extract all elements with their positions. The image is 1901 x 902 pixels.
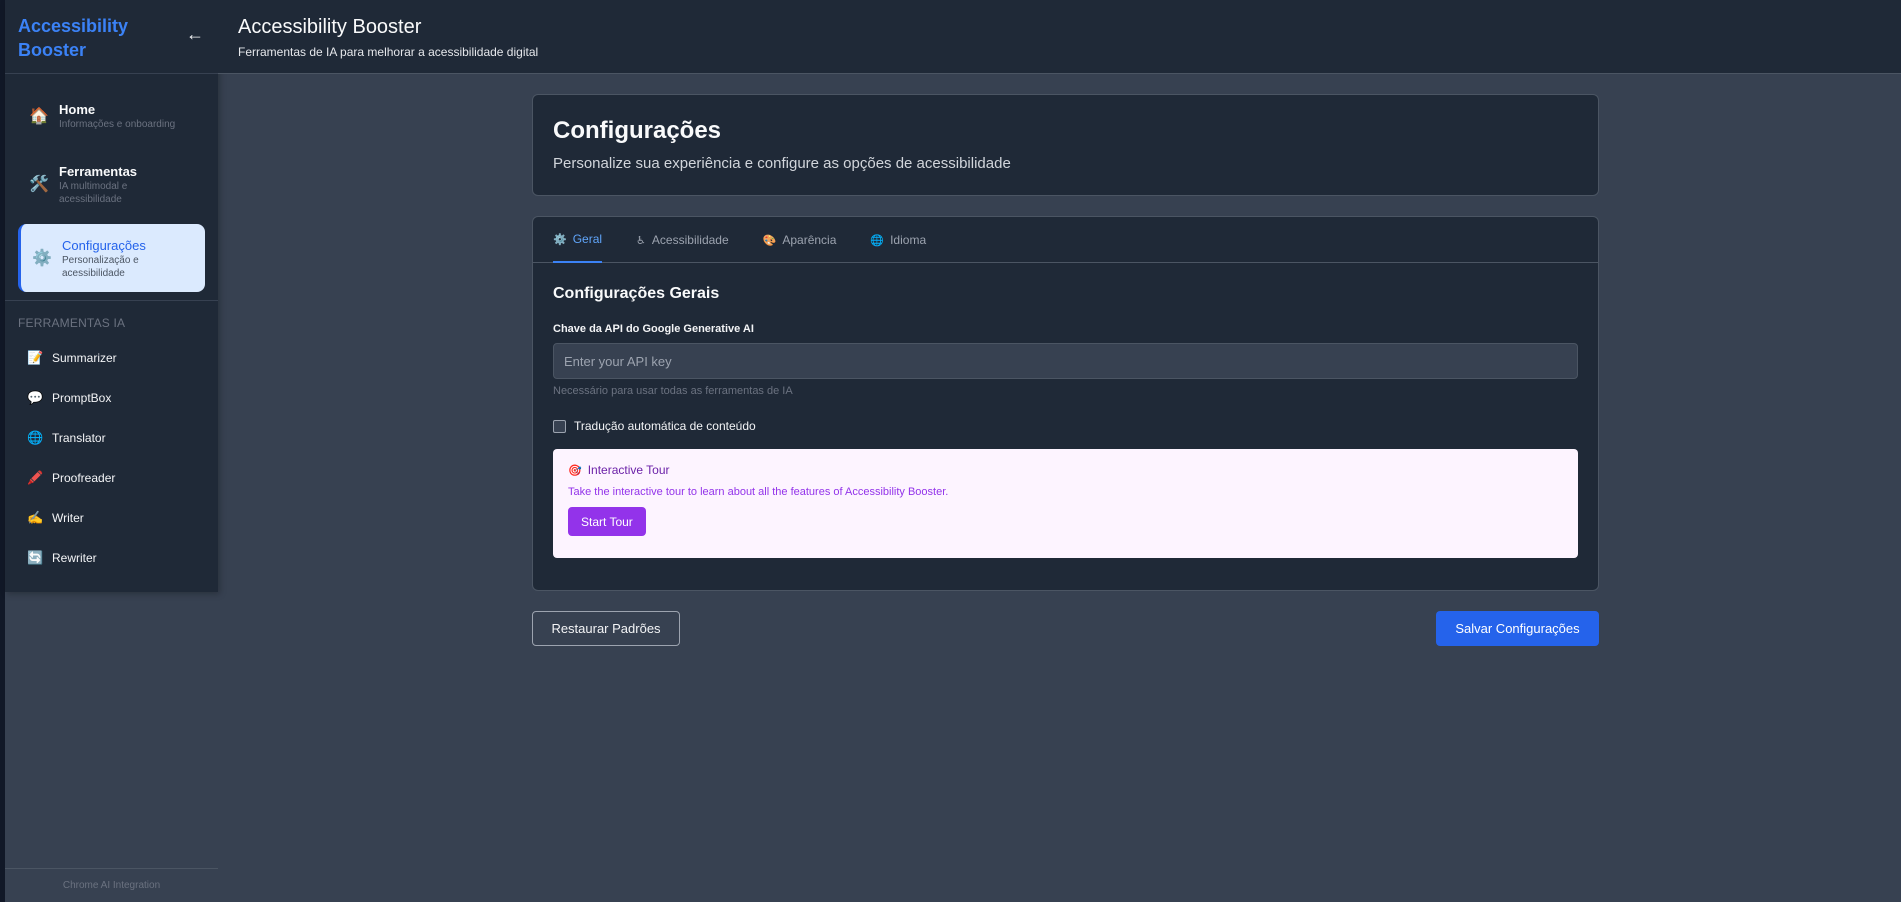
nav-item-subtitle: IA multimodal e acessibilidade — [59, 180, 128, 205]
nav-item-subtitle: Personalização e acessibilidade — [62, 254, 139, 279]
save-settings-button[interactable]: Salvar Configurações — [1436, 611, 1599, 646]
tool-item-rewriter[interactable]: 🔄 Rewriter — [5, 538, 218, 578]
tab-label: Geral — [572, 232, 603, 246]
collapse-sidebar-icon[interactable]: ← — [186, 24, 204, 45]
memo-icon: 📝 — [27, 350, 44, 365]
wheelchair-icon: ♿ — [636, 234, 646, 247]
tour-title: Interactive Tour — [587, 463, 670, 477]
nav-item-configuracoes[interactable]: ⚙️ Configurações Personalização e acessi… — [18, 224, 205, 292]
tab-geral[interactable]: ⚙️ Geral — [553, 217, 603, 263]
general-settings-section: Configurações Gerais Chave da API do Goo… — [533, 263, 1598, 558]
sidebar-panel: Accessibility Booster ← 🏠 Home Informaçõ… — [5, 0, 218, 592]
api-key-input[interactable] — [553, 343, 1578, 379]
tool-item-label: Translator — [52, 431, 106, 445]
tool-item-summarizer[interactable]: 📝 Summarizer — [5, 338, 218, 378]
nav-item-title: Configurações — [62, 237, 146, 253]
nav-item-title: Home — [59, 102, 96, 117]
speech-bubble-icon: 💬 — [27, 390, 44, 405]
tool-item-label: Rewriter — [52, 551, 97, 565]
refresh-icon: 🔄 — [27, 550, 44, 565]
tool-item-writer[interactable]: ✍️ Writer — [5, 498, 218, 538]
tour-title-row: 🎯 Interactive Tour — [568, 463, 1563, 477]
brand-logo-text[interactable]: Accessibility Booster — [18, 14, 138, 62]
nav-item-text: Ferramentas IA multimodal e acessibilida… — [59, 163, 159, 206]
tab-label: Acessibilidade — [651, 233, 729, 247]
sidebar-footer: Chrome AI Integration — [5, 868, 218, 902]
tools-section-label: FERRAMENTAS IA — [18, 316, 126, 330]
tool-item-label: PromptBox — [52, 391, 112, 405]
gear-icon: ⚙️ — [32, 250, 52, 267]
tab-label: Idioma — [890, 233, 927, 247]
tool-item-label: Summarizer — [52, 351, 117, 365]
page-title-card: Configurações Personalize sua experiênci… — [532, 94, 1599, 196]
tab-acessibilidade[interactable]: ♿ Acessibilidade — [636, 217, 729, 263]
page-title: Configurações — [553, 117, 722, 144]
auto-translate-checkbox[interactable] — [553, 419, 566, 433]
tour-description: Take the interactive tour to learn about… — [568, 486, 949, 498]
app-header: Accessibility Booster Ferramentas de IA … — [218, 0, 1901, 74]
api-key-help-text: Necessário para usar todas as ferramenta… — [553, 385, 793, 397]
settings-tabs: ⚙️ Geral ♿ Acessibilidade 🎨 Aparência 🌐 … — [533, 217, 1598, 263]
nav-item-text: Configurações Personalização e acessibil… — [62, 237, 162, 280]
tab-aparencia[interactable]: 🎨 Aparência — [763, 217, 837, 263]
writing-hand-icon: ✍️ — [27, 510, 44, 525]
header-title: Accessibility Booster — [238, 16, 422, 38]
tab-idioma[interactable]: 🌐 Idioma — [870, 217, 926, 263]
start-tour-button[interactable]: Start Tour — [568, 507, 646, 536]
nav-item-title: Ferramentas — [59, 163, 138, 179]
globe-icon: 🌐 — [870, 234, 885, 247]
tool-item-label: Proofreader — [52, 471, 116, 485]
restore-defaults-button[interactable]: Restaurar Padrões — [532, 611, 680, 646]
tool-item-label: Writer — [52, 511, 84, 525]
page-subtitle: Personalize sua experiência e configure … — [553, 155, 1011, 172]
nav-item-ferramentas[interactable]: 🛠️ Ferramentas IA multimodal e acessibil… — [18, 152, 205, 216]
app-root: Accessibility Booster ← 🏠 Home Informaçõ… — [0, 0, 1901, 902]
sidebar-brand-row: Accessibility Booster ← — [5, 0, 218, 74]
tools-icon: 🛠️ — [29, 176, 49, 193]
auto-translate-row[interactable]: Tradução automática de conteúdo — [553, 419, 1578, 433]
tool-item-promptbox[interactable]: 💬 PromptBox — [5, 378, 218, 418]
crayon-icon: 🖍️ — [27, 470, 44, 485]
tab-label: Aparência — [782, 233, 837, 247]
globe-icon: 🌐 — [27, 430, 44, 445]
house-icon: 🏠 — [29, 108, 49, 125]
nav-item-text: Home Informações e onboarding — [59, 101, 175, 131]
header-subtitle: Ferramentas de IA para melhorar a acessi… — [238, 45, 539, 59]
tool-item-translator[interactable]: 🌐 Translator — [5, 418, 218, 458]
gear-icon: ⚙️ — [553, 233, 567, 246]
palette-icon: 🎨 — [762, 234, 777, 247]
nav-item-subtitle: Informações e onboarding — [59, 119, 176, 130]
auto-translate-label: Tradução automática de conteúdo — [574, 419, 756, 433]
interactive-tour-box: 🎯 Interactive Tour Take the interactive … — [553, 449, 1578, 558]
main-nav: 🏠 Home Informações e onboarding 🛠️ Ferra… — [5, 74, 218, 292]
nav-item-home[interactable]: 🏠 Home Informações e onboarding — [18, 88, 205, 144]
tool-item-proofreader[interactable]: 🖍️ Proofreader — [5, 458, 218, 498]
settings-card: ⚙️ Geral ♿ Acessibilidade 🎨 Aparência 🌐 … — [532, 216, 1599, 591]
api-key-label: Chave da API do Google Generative AI — [553, 323, 754, 335]
sidebar: Accessibility Booster ← 🏠 Home Informaçõ… — [5, 0, 218, 902]
section-title: Configurações Gerais — [553, 285, 720, 302]
target-icon: 🎯 — [568, 464, 582, 477]
